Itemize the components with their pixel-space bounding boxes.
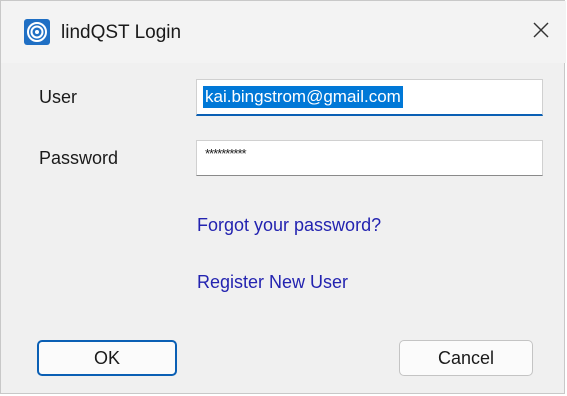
app-logo-icon	[24, 19, 50, 45]
title-bar: lindQST Login	[1, 1, 566, 63]
close-icon	[532, 21, 550, 44]
password-input[interactable]: **********	[196, 140, 543, 176]
user-input[interactable]: kai.bingstrom@gmail.com	[196, 79, 543, 116]
register-link[interactable]: Register New User	[197, 272, 348, 293]
user-label: User	[39, 87, 78, 107]
forgot-password-link[interactable]: Forgot your password?	[197, 215, 381, 236]
user-input-value: kai.bingstrom@gmail.com	[203, 86, 403, 108]
ok-button[interactable]: OK	[37, 340, 177, 376]
password-input-value: **********	[205, 146, 247, 161]
password-label: Password	[39, 148, 119, 168]
cancel-button[interactable]: Cancel	[399, 340, 533, 376]
login-dialog: lindQST Login User kai.bingstrom@gmail.c…	[0, 0, 566, 394]
window-title: lindQST Login	[61, 22, 182, 43]
close-button[interactable]	[519, 9, 563, 55]
